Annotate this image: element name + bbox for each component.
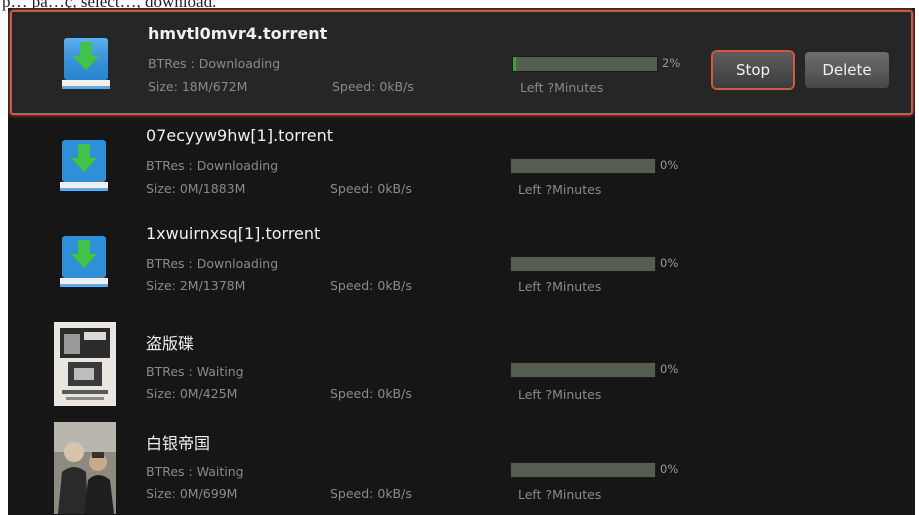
- download-size: Size: 0M/699M: [146, 486, 238, 501]
- download-size: Size: 0M/1883M: [146, 181, 246, 196]
- download-drive-icon: [58, 34, 114, 94]
- progress-percent: 0%: [660, 362, 679, 376]
- time-left: Left ?Minutes: [518, 387, 602, 402]
- download-size: Size: 18M/672M: [148, 79, 248, 94]
- download-item[interactable]: 盗版碟 BTRes : Waiting Size: 0M/425M Speed:…: [8, 320, 915, 424]
- download-size: Size: 2M/1378M: [146, 278, 246, 293]
- time-left: Left ?Minutes: [520, 80, 604, 95]
- progress-fill: [513, 57, 516, 71]
- download-item[interactable]: 07ecyyw9hw[1].torrent BTRes : Downloadin…: [8, 118, 915, 222]
- download-status: BTRes : Waiting: [146, 464, 244, 479]
- stop-button[interactable]: Stop: [713, 52, 793, 88]
- progress-bar: [510, 462, 656, 478]
- download-speed: Speed: 0kB/s: [330, 486, 412, 501]
- progress-percent: 0%: [660, 158, 679, 172]
- progress-percent: 2%: [662, 56, 681, 70]
- download-title: 白银帝国: [146, 434, 211, 453]
- download-status: BTRes : Waiting: [146, 364, 244, 379]
- time-left: Left ?Minutes: [518, 182, 602, 197]
- download-list-screen: hmvtl0mvr4.torrent BTRes : Downloading S…: [8, 8, 915, 515]
- download-status: BTRes : Downloading: [148, 56, 281, 71]
- download-speed: Speed: 0kB/s: [330, 386, 412, 401]
- time-left: Left ?Minutes: [518, 279, 602, 294]
- delete-button[interactable]: Delete: [805, 52, 889, 88]
- movie-poster-thumbnail: [54, 422, 116, 514]
- download-item[interactable]: 白银帝国 BTRes : Waiting Size: 0M/699M Speed…: [8, 420, 915, 515]
- download-drive-icon: [56, 232, 112, 292]
- progress-bar: [510, 362, 656, 378]
- download-item[interactable]: 1xwuirnxsq[1].torrent BTRes : Downloadin…: [8, 214, 915, 318]
- progress-percent: 0%: [660, 256, 679, 270]
- download-title: hmvtl0mvr4.torrent: [148, 24, 328, 43]
- time-left: Left ?Minutes: [518, 487, 602, 502]
- progress-bar: [510, 256, 656, 272]
- download-speed: Speed: 0kB/s: [330, 181, 412, 196]
- progress-bar: [510, 158, 656, 174]
- download-size: Size: 0M/425M: [146, 386, 238, 401]
- progress-percent: 0%: [660, 462, 679, 476]
- download-status: BTRes : Downloading: [146, 158, 279, 173]
- movie-poster-thumbnail: [54, 322, 116, 406]
- download-drive-icon: [56, 136, 112, 196]
- download-title: 1xwuirnxsq[1].torrent: [146, 224, 321, 243]
- download-title: 07ecyyw9hw[1].torrent: [146, 126, 334, 145]
- download-speed: Speed: 0kB/s: [332, 79, 414, 94]
- download-item-selected[interactable]: hmvtl0mvr4.torrent BTRes : Downloading S…: [10, 10, 913, 115]
- progress-bar: [512, 56, 658, 72]
- download-status: BTRes : Downloading: [146, 256, 279, 271]
- download-speed: Speed: 0kB/s: [330, 278, 412, 293]
- download-title: 盗版碟: [146, 334, 195, 353]
